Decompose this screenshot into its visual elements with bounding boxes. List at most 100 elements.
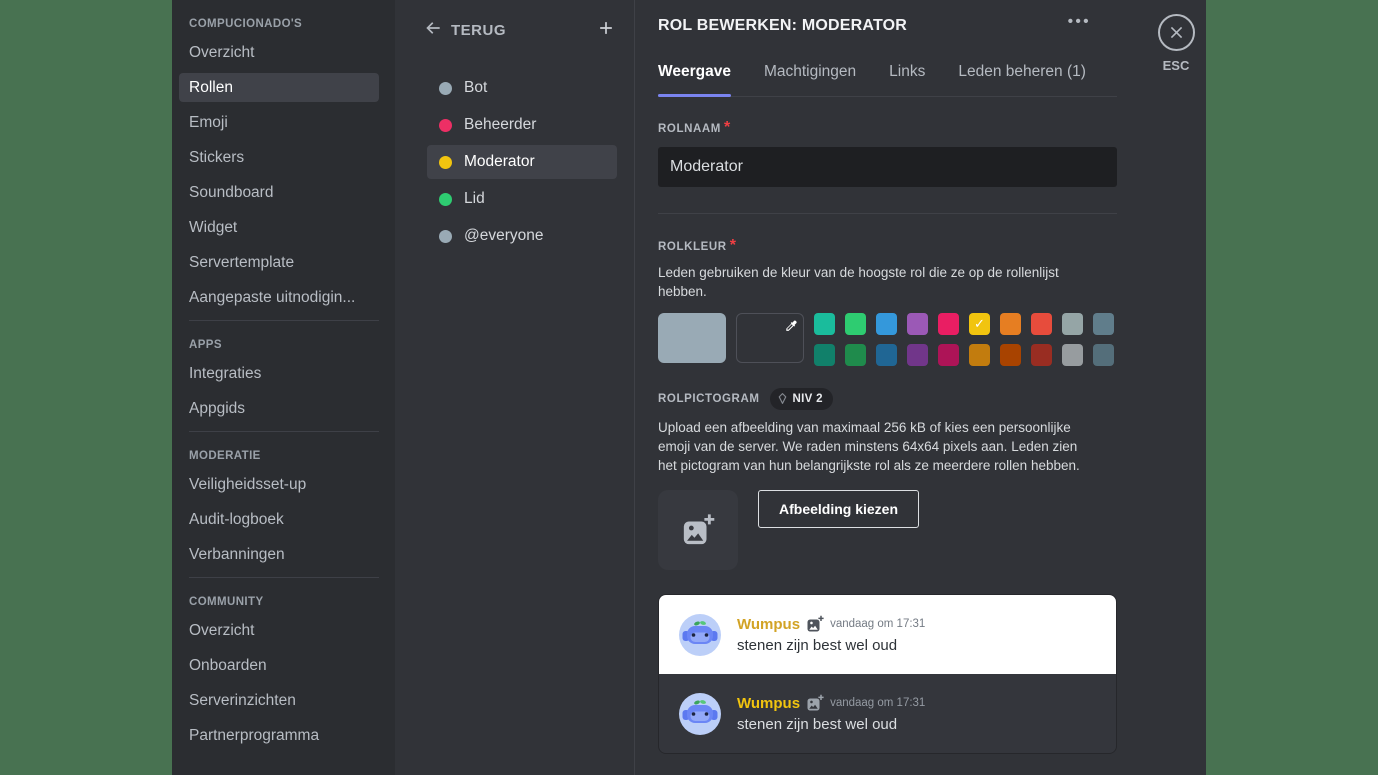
back-label[interactable]: TERUG xyxy=(451,22,506,39)
role-icon-badge xyxy=(806,694,824,712)
role-color-dot xyxy=(439,118,452,132)
back-button[interactable] xyxy=(423,18,443,43)
sidebar-item-widget[interactable]: Widget xyxy=(179,213,379,242)
editor-tabs: Weergave Machtigingen Links Leden behere… xyxy=(658,63,1117,97)
palette-swatch[interactable] xyxy=(1031,343,1052,366)
sidebar-item-partnerprogramma[interactable]: Partnerprogramma xyxy=(179,721,379,750)
sidebar-item-servertemplate[interactable]: Servertemplate xyxy=(179,248,379,277)
role-color-dot xyxy=(439,229,452,243)
palette-swatch[interactable] xyxy=(907,343,928,366)
section-divider xyxy=(658,213,1117,214)
sidebar-item-stickers[interactable]: Stickers xyxy=(179,143,379,172)
choose-image-button[interactable]: Afbeelding kiezen xyxy=(758,490,920,529)
preview-message-text: stenen zijn best wel oud xyxy=(737,637,898,655)
tab-links[interactable]: Links xyxy=(889,63,925,96)
sidebar-divider xyxy=(189,577,379,578)
sidebar-item-veiligheidsset-up[interactable]: Veiligheidsset-up xyxy=(179,470,379,499)
palette-swatch[interactable] xyxy=(1031,312,1052,335)
preview-timestamp: vandaag om 17:31 xyxy=(830,697,926,710)
custom-color-picker[interactable] xyxy=(736,312,804,363)
role-name-input[interactable] xyxy=(658,147,1117,187)
role-color-dot xyxy=(439,155,452,169)
esc-label: ESC xyxy=(1162,58,1190,73)
roles-editor-panel: TERUG Bot Beheerder Moderator Lid @every… xyxy=(395,0,1206,775)
server-settings-modal: COMPUCIONADO'S Overzicht Rollen Emoji St… xyxy=(172,0,1206,775)
add-role-button[interactable] xyxy=(596,18,616,43)
active-tab-underline xyxy=(658,94,731,97)
sidebar-section-apps: APPS xyxy=(189,339,222,351)
role-name: Bot xyxy=(464,79,488,96)
rolkleur-description: Leden gebruiken de kleur van de hoogste … xyxy=(658,265,1059,299)
sidebar-section-moderatie: MODERATIE xyxy=(189,450,261,462)
role-name: @everyone xyxy=(464,227,544,244)
required-asterisk: * xyxy=(729,237,736,254)
tab-leden-beheren[interactable]: Leden beheren (1) xyxy=(958,63,1086,96)
sidebar-item-emoji[interactable]: Emoji xyxy=(179,108,379,137)
preview-message-light: Wumpus vandaag om 17:31 stenen zijn best… xyxy=(659,595,1116,675)
preview-username: Wumpus xyxy=(737,694,801,712)
sidebar-section-community: COMMUNITY xyxy=(189,596,264,608)
palette-swatch[interactable] xyxy=(1062,343,1083,366)
palette-swatch[interactable] xyxy=(876,312,897,335)
palette-swatch[interactable] xyxy=(1000,343,1021,366)
page-title: ROL BEWERKEN: MODERATOR xyxy=(658,17,908,34)
palette-swatch[interactable] xyxy=(1062,312,1083,335)
rolpictogram-description: Upload een afbeelding van maximaal 256 k… xyxy=(658,419,1080,473)
rolpictogram-label: ROLPICTOGRAM xyxy=(658,392,760,405)
sidebar-item-integraties[interactable]: Integraties xyxy=(179,359,379,388)
wumpus-avatar xyxy=(679,692,721,735)
palette-swatch[interactable] xyxy=(845,312,866,335)
palette-swatch[interactable] xyxy=(938,312,959,335)
close-button[interactable] xyxy=(1157,14,1195,51)
tab-weergave[interactable]: Weergave xyxy=(658,63,731,97)
palette-swatch[interactable] xyxy=(845,343,866,366)
gem-icon xyxy=(776,392,789,405)
roles-list-column: TERUG Bot Beheerder Moderator Lid @every… xyxy=(395,0,635,775)
sidebar-item-audit-logboek[interactable]: Audit-logboek xyxy=(179,505,379,534)
palette-swatch[interactable] xyxy=(1000,312,1021,335)
sidebar-item-serverinzichten[interactable]: Serverinzichten xyxy=(179,686,379,715)
role-item-lid[interactable]: Lid xyxy=(427,182,617,216)
rolnaam-label: ROLNAAM xyxy=(658,123,721,135)
sidebar-item-appgids[interactable]: Appgids xyxy=(179,394,379,423)
role-preview-card: Wumpus vandaag om 17:31 stenen zijn best… xyxy=(658,594,1117,755)
palette-swatch[interactable] xyxy=(1093,343,1114,366)
role-item-bot[interactable]: Bot xyxy=(427,71,617,105)
role-item-everyone[interactable]: @everyone xyxy=(427,219,617,253)
sidebar-divider xyxy=(189,320,379,321)
role-color-dot xyxy=(439,192,452,206)
palette-swatch[interactable] xyxy=(938,343,959,366)
palette-swatch[interactable] xyxy=(969,343,990,366)
required-asterisk: * xyxy=(723,119,731,136)
role-icon-upload-placeholder[interactable] xyxy=(658,490,738,571)
plus-icon xyxy=(596,18,616,43)
tab-machtigingen[interactable]: Machtigingen xyxy=(764,63,856,96)
sidebar-item-aangepaste-uitnodigingen[interactable]: Aangepaste uitnodigin... xyxy=(179,283,379,312)
close-icon xyxy=(1168,24,1185,41)
role-name: Moderator xyxy=(464,153,535,170)
sidebar-item-overzicht[interactable]: Overzicht xyxy=(179,38,379,67)
preview-message-text: stenen zijn best wel oud xyxy=(737,716,898,734)
rolkleur-label: ROLKLEUR xyxy=(658,241,727,253)
sidebar-item-soundboard[interactable]: Soundboard xyxy=(179,178,379,207)
more-options-icon[interactable]: ••• xyxy=(1068,14,1091,29)
role-color-dot xyxy=(439,81,452,95)
sidebar-item-onboarden[interactable]: Onboarden xyxy=(179,651,379,680)
preview-username: Wumpus xyxy=(737,615,801,633)
role-name: Beheerder xyxy=(464,116,537,133)
palette-swatch[interactable] xyxy=(1093,312,1114,335)
sidebar-item-rollen[interactable]: Rollen xyxy=(179,73,379,102)
sidebar-item-verbanningen[interactable]: Verbanningen xyxy=(179,540,379,569)
palette-swatch[interactable] xyxy=(907,312,928,335)
palette-swatch[interactable] xyxy=(814,312,835,335)
palette-swatch[interactable] xyxy=(814,343,835,366)
role-item-beheerder[interactable]: Beheerder xyxy=(427,108,617,142)
role-item-moderator[interactable]: Moderator xyxy=(427,145,617,179)
selected-color-swatch[interactable] xyxy=(658,312,726,363)
preview-message-dark: Wumpus vandaag om 17:31 stenen zijn best… xyxy=(659,674,1116,754)
palette-swatch-selected[interactable]: ✓ xyxy=(969,312,990,335)
palette-swatch[interactable] xyxy=(876,343,897,366)
sidebar-item-community-overzicht[interactable]: Overzicht xyxy=(179,616,379,645)
color-palette: ✓ xyxy=(814,312,1114,366)
role-editor-content: ROL BEWERKEN: MODERATOR ••• Weergave Mac… xyxy=(635,0,1117,775)
